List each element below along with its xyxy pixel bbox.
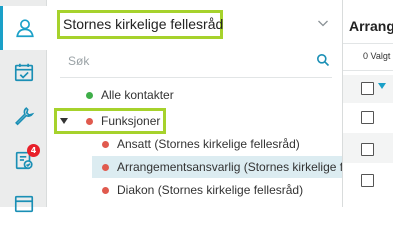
tree-item-label: Diakon (Stornes kirkelige fellesråd) (117, 183, 304, 197)
status-dot-red (102, 140, 109, 148)
status-dot-red (102, 186, 109, 194)
search-underline (60, 77, 332, 78)
divider (343, 70, 393, 71)
tree-item-ansatt[interactable]: Ansatt (Stornes kirkelige fellesråd) (102, 133, 300, 155)
status-dot-red (102, 163, 109, 171)
status-dot-green (86, 91, 93, 99)
nav-tools[interactable] (0, 94, 47, 138)
row-checkbox[interactable] (361, 143, 374, 156)
selected-count: 0 Valgt (363, 51, 391, 61)
notification-badge: 4 (27, 144, 40, 157)
calendar-check-icon (14, 63, 33, 82)
tree-item-all-contacts[interactable]: Alle kontakter (86, 84, 174, 106)
nav-calendar[interactable] (0, 50, 47, 94)
organization-select[interactable]: Stornes kirkelige fellesråd (57, 10, 340, 40)
search-input[interactable] (68, 51, 308, 71)
tree-item-diakon[interactable]: Diakon (Stornes kirkelige fellesråd) (102, 179, 303, 201)
tree-item-label: Ansatt (Stornes kirkelige fellesråd) (117, 137, 300, 151)
row-checkbox[interactable] (361, 111, 374, 124)
tree-item-arrangementsansvarlig[interactable]: Arrangementsansvarlig (Stornes kirkelige… (92, 156, 389, 178)
nav-window[interactable] (0, 182, 47, 226)
nav-contacts[interactable] (0, 6, 47, 50)
tree-item-label: Alle kontakter (101, 88, 174, 102)
left-nav-rail: 4 (0, 0, 47, 213)
status-dot-red (86, 117, 93, 125)
organization-select-value: Stornes kirkelige fellesråd (63, 16, 224, 32)
chevron-down-icon[interactable] (316, 16, 330, 30)
row-checkbox[interactable] (361, 174, 374, 187)
select-all-checkbox[interactable] (361, 82, 374, 95)
caret-down-icon[interactable] (60, 118, 68, 124)
divider (343, 43, 393, 44)
list-title: Arrangementsansvarlig (349, 18, 393, 34)
user-icon (16, 19, 34, 38)
window-icon (14, 195, 33, 213)
search-icon[interactable] (316, 53, 330, 67)
nav-tasks[interactable]: 4 (0, 138, 47, 182)
contact-list-panel: Arrangementsansvarlig 0 Valgt (342, 0, 393, 207)
tree-item-label: Funksjoner (101, 114, 161, 128)
contacts-panel: Stornes kirkelige fellesråd Alle kontakt… (48, 0, 389, 207)
contact-search (68, 51, 330, 71)
wrench-icon (14, 107, 34, 126)
tree-item-functions[interactable]: Funksjoner (48, 110, 342, 132)
sort-caret-icon[interactable] (378, 83, 386, 89)
